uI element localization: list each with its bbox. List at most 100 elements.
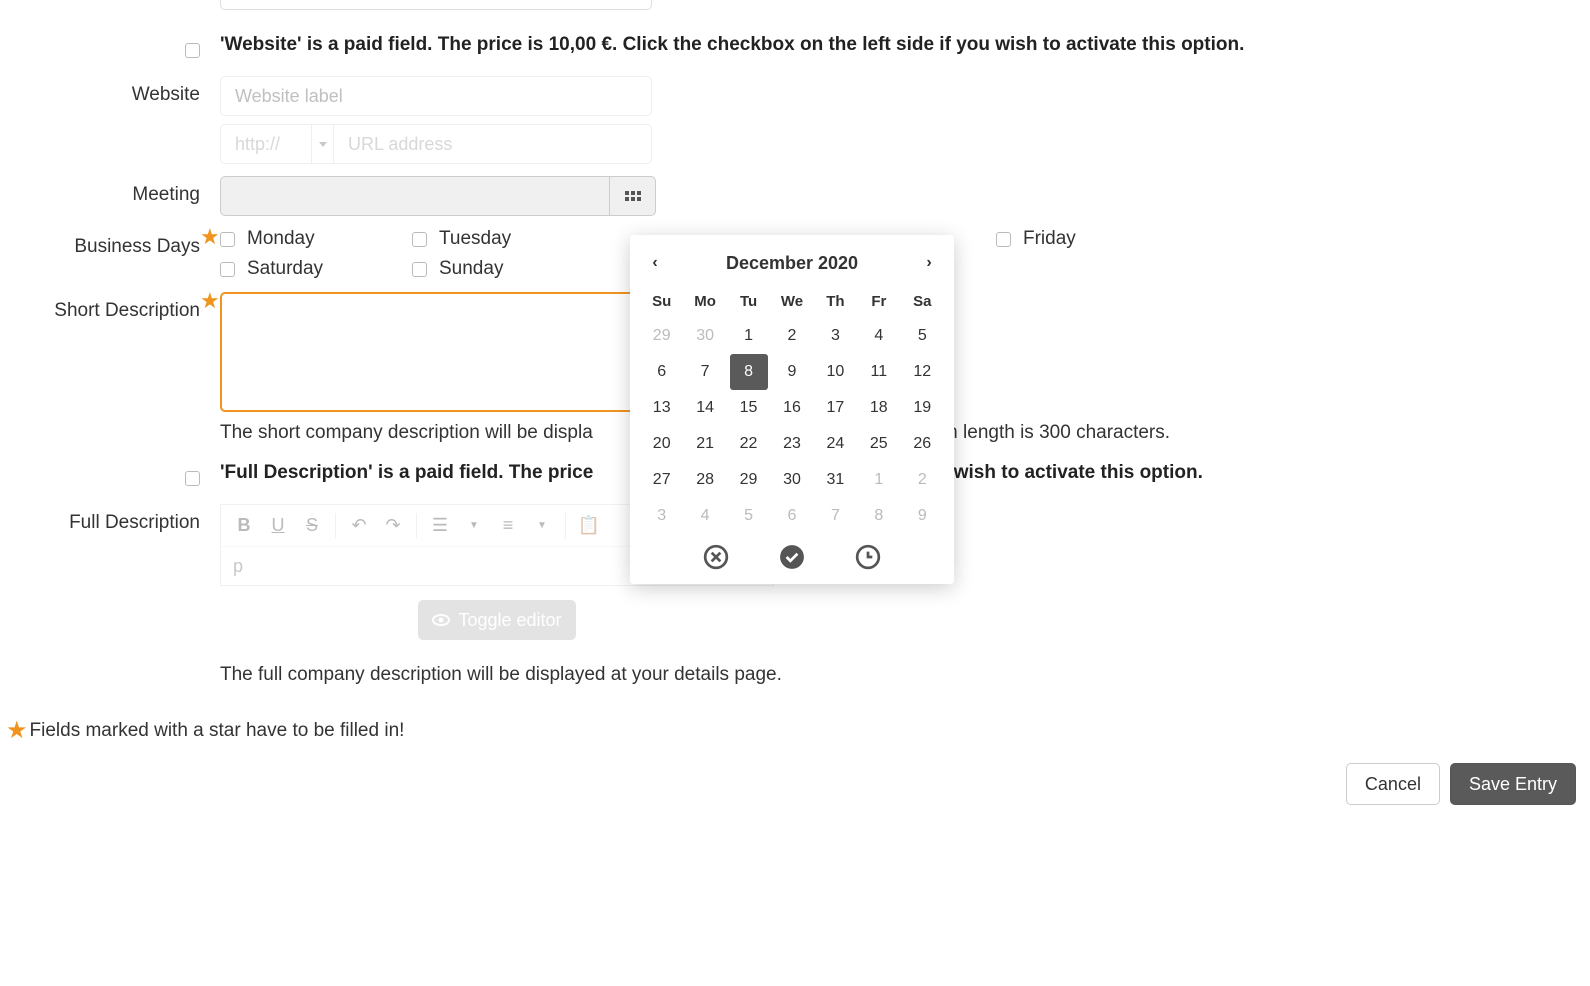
datepicker-title[interactable]: December 2020	[726, 253, 858, 274]
chevron-down-icon[interactable]: ▼	[459, 511, 489, 541]
meeting-label: Meeting	[0, 176, 220, 206]
day-checkbox-monday[interactable]	[220, 232, 235, 247]
datepicker-day[interactable]: 7	[816, 498, 854, 534]
website-paid-checkbox[interactable]	[185, 43, 200, 58]
datepicker-day[interactable]: 10	[816, 354, 854, 390]
datepicker-today-button[interactable]	[779, 544, 805, 570]
day-checkbox-friday[interactable]	[996, 232, 1011, 247]
redo-icon[interactable]: ↷	[378, 511, 408, 541]
datepicker-dow: Su	[640, 285, 683, 318]
datepicker-day[interactable]: 6	[643, 354, 681, 390]
business-days-label: Business Days	[74, 236, 200, 257]
datepicker-day[interactable]: 13	[643, 390, 681, 426]
datepicker-day[interactable]: 28	[686, 462, 724, 498]
editor-path: p	[233, 556, 243, 577]
datepicker-day[interactable]: 24	[816, 426, 854, 462]
website-label-input[interactable]	[220, 76, 652, 116]
paste-icon[interactable]: 📋	[574, 511, 604, 541]
datepicker-day[interactable]: 7	[686, 354, 724, 390]
toggle-editor-button[interactable]: Toggle editor	[418, 600, 576, 640]
short-description-label: Short Description	[54, 300, 200, 321]
datepicker-day[interactable]: 8	[860, 498, 898, 534]
protocol-value: http://	[235, 134, 280, 155]
day-checkbox-tuesday[interactable]	[412, 232, 427, 247]
day-label: Friday	[1023, 228, 1076, 250]
datepicker-dow: Th	[814, 285, 857, 318]
datepicker-day[interactable]: 1	[730, 318, 768, 354]
datepicker-day[interactable]: 5	[903, 318, 941, 354]
datepicker-dow: We	[770, 285, 813, 318]
bold-icon[interactable]: B	[229, 511, 259, 541]
undo-icon[interactable]: ↶	[344, 511, 374, 541]
toggle-editor-label: Toggle editor	[458, 610, 561, 631]
datepicker-prev-button[interactable]: ‹	[640, 254, 670, 272]
star-icon: ★	[6, 716, 28, 745]
datepicker-dow: Sa	[901, 285, 944, 318]
eye-icon	[432, 614, 450, 626]
datepicker-dow: Mo	[683, 285, 726, 318]
datepicker-time-button[interactable]	[855, 544, 881, 570]
datepicker-day[interactable]: 12	[903, 354, 941, 390]
short-description-hint: num length is 300 characters.	[921, 422, 1170, 444]
required-fields-note: ★ Fields marked with a star have to be f…	[6, 716, 1590, 745]
datepicker-day[interactable]: 26	[903, 426, 941, 462]
datepicker-day[interactable]: 3	[816, 318, 854, 354]
datepicker-day[interactable]: 6	[773, 498, 811, 534]
day-checkbox-saturday[interactable]	[220, 262, 235, 277]
datepicker-day[interactable]: 23	[773, 426, 811, 462]
chevron-down-icon[interactable]: ▼	[527, 511, 557, 541]
full-desc-paid-checkbox[interactable]	[185, 471, 200, 486]
datepicker-day[interactable]: 11	[860, 354, 898, 390]
datepicker-next-button[interactable]: ›	[914, 254, 944, 272]
datepicker-day[interactable]: 20	[643, 426, 681, 462]
datepicker-day[interactable]: 21	[686, 426, 724, 462]
datepicker-clear-button[interactable]	[703, 544, 729, 570]
datepicker-popup: ‹ December 2020 › SuMoTuWeThFrSa 2930123…	[630, 235, 954, 584]
underline-icon[interactable]: U	[263, 511, 293, 541]
datepicker-day[interactable]: 2	[903, 462, 941, 498]
numbered-list-icon[interactable]: ≡	[493, 511, 523, 541]
datepicker-day[interactable]: 19	[903, 390, 941, 426]
day-checkbox-sunday[interactable]	[412, 262, 427, 277]
url-input[interactable]: URL address	[334, 124, 652, 164]
datepicker-day[interactable]: 30	[773, 462, 811, 498]
datepicker-day[interactable]: 4	[686, 498, 724, 534]
datepicker-day[interactable]: 4	[860, 318, 898, 354]
day-label: Tuesday	[439, 228, 511, 250]
datepicker-day[interactable]: 5	[730, 498, 768, 534]
chevron-down-icon	[311, 125, 333, 163]
datepicker-day[interactable]: 16	[773, 390, 811, 426]
save-entry-button[interactable]: Save Entry	[1450, 763, 1576, 805]
website-label: Website	[0, 76, 220, 106]
datepicker-day[interactable]: 29	[643, 318, 681, 354]
meeting-calendar-button[interactable]	[610, 176, 656, 216]
datepicker-day[interactable]: 8	[730, 354, 768, 390]
datepicker-day[interactable]: 25	[860, 426, 898, 462]
datepicker-day[interactable]: 3	[643, 498, 681, 534]
datepicker-day[interactable]: 17	[816, 390, 854, 426]
protocol-select[interactable]: http://	[220, 124, 334, 164]
datepicker-dow: Fr	[857, 285, 900, 318]
datepicker-day[interactable]: 31	[816, 462, 854, 498]
cancel-button[interactable]: Cancel	[1346, 763, 1440, 805]
day-label: Saturday	[247, 258, 323, 280]
datepicker-day[interactable]: 22	[730, 426, 768, 462]
datepicker-day[interactable]: 1	[860, 462, 898, 498]
datepicker-day[interactable]: 2	[773, 318, 811, 354]
day-label: Sunday	[439, 258, 503, 280]
bullet-list-icon[interactable]: ☰	[425, 511, 455, 541]
datepicker-dow: Tu	[727, 285, 770, 318]
datepicker-day[interactable]: 9	[903, 498, 941, 534]
meeting-input[interactable]	[220, 176, 610, 216]
datepicker-day[interactable]: 18	[860, 390, 898, 426]
datepicker-day[interactable]: 14	[686, 390, 724, 426]
website-paid-notice: 'Website' is a paid field. The price is …	[220, 34, 1590, 56]
full-description-label: Full Description	[0, 504, 220, 534]
datepicker-day[interactable]: 29	[730, 462, 768, 498]
datepicker-day[interactable]: 15	[730, 390, 768, 426]
strikethrough-icon[interactable]: S	[297, 511, 327, 541]
full-description-hint: The full company description will be dis…	[220, 664, 1590, 686]
datepicker-day[interactable]: 9	[773, 354, 811, 390]
datepicker-day[interactable]: 30	[686, 318, 724, 354]
datepicker-day[interactable]: 27	[643, 462, 681, 498]
